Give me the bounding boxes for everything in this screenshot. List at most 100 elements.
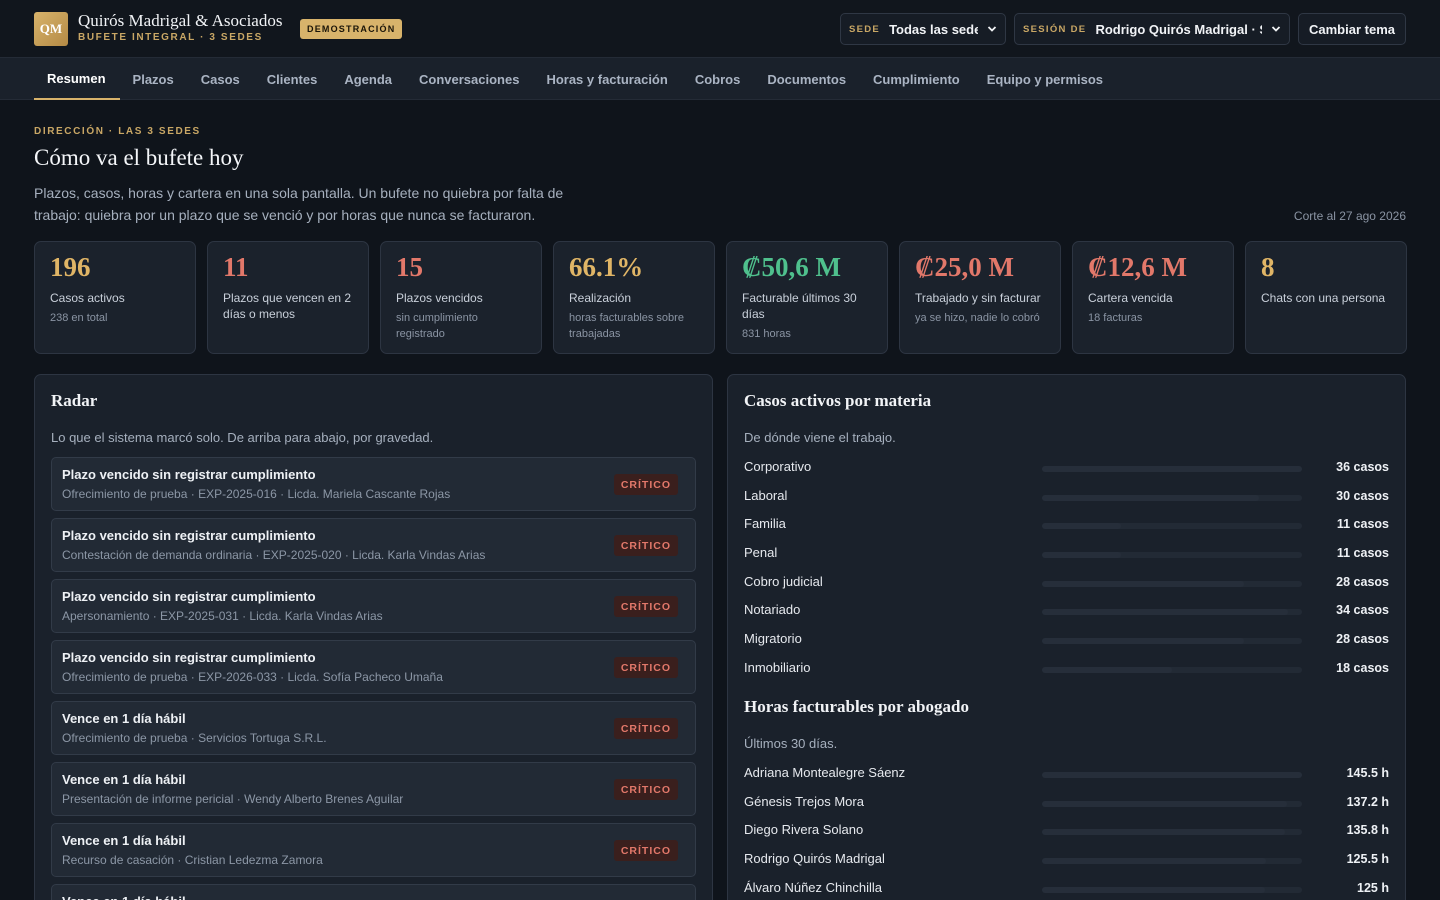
matter-row-name: Cobro judicial [744,573,823,589]
matter-row-name: Migratorio [744,631,802,647]
hours-description: Últimos 30 días. [744,736,838,751]
radar-item[interactable]: Plazo vencido sin registrar cumplimiento… [51,457,696,511]
section-eyebrow: DIRECCIÓN · LAS 3 SEDES [34,126,201,137]
kpi-value: 196 [50,252,91,282]
matter-row-track [1042,466,1302,472]
chevron-down-icon [987,26,997,32]
nav-tabs: Resumen Plazos Casos Clientes Agenda Conversa… [34,58,1117,100]
lawyer-hours-row-track [1042,886,1302,893]
sede-select[interactable]: SEDE Todas las sedes [840,13,1006,45]
top-bar: QM Quirós Madrigal & Asociados BUFETE IN… [0,0,1440,58]
lawyer-hours-row-value: 125 h [1357,880,1389,895]
tab-conversaciones[interactable]: Conversaciones [406,58,533,100]
theme-toggle-button[interactable]: Cambiar tema [1298,13,1406,45]
tab-documentos[interactable]: Documentos [754,58,860,100]
sede-value: Todas las sedes [889,21,978,37]
tab-plazos[interactable]: Plazos [120,58,188,100]
radar-item[interactable]: Vence en 1 día hábil [51,884,696,900]
tab-agenda[interactable]: Agenda [331,58,406,100]
matter-row-value: 36 casos [1336,460,1389,474]
lawyer-hours-row-track [1042,829,1302,836]
matter-row-track [1042,494,1302,501]
lawyer-hours-row-name: Álvaro Núñez Chinchilla [744,879,883,895]
radar-item-title: Plazo vencido sin registrar cumplimiento [62,650,316,665]
kpi-label: Chats con una persona [1261,291,1386,305]
radar-item-detail: Recurso de casación · Cristian Ledezma Z… [62,853,323,867]
lawyer-hours-row-fill [1042,772,1302,778]
lawyer-hours-row-fill [1042,886,1266,893]
radar-title: Radar [51,391,98,410]
main-nav: Resumen Plazos Casos Clientes Agenda Conversa… [0,58,1440,100]
tab-clientes[interactable]: Clientes [254,58,332,100]
matter-row-track [1042,552,1302,559]
severity-badge: CRÍTICO [613,840,678,861]
radar-item[interactable]: Plazo vencido sin registrar cumplimiento… [51,518,696,572]
matter-row-value: 28 casos [1336,574,1389,589]
lawyer-hours-row-track [1042,772,1302,778]
matter-row-fill [1042,580,1245,587]
radar-list: Plazo vencido sin registrar cumplimiento… [51,457,696,900]
matter-row-value: 18 casos [1336,660,1389,675]
hours-bars: Adriana Montealegre Sáenz 145.5 h Génesis … [744,761,1389,900]
radar-item[interactable]: Plazo vencido sin registrar cumplimiento… [51,579,696,633]
kpi-value: 15 [396,252,423,282]
lawyer-hours-row-track [1042,800,1302,807]
radar-item[interactable]: Vence en 1 día hábil Ofrecimiento de prue… [51,701,696,755]
lawyer-hours-row-value: 125.5 h [1346,852,1389,867]
page-title: Cómo va el bufete hoy [34,145,244,170]
tab-cobros[interactable]: Cobros [682,58,755,100]
radar-panel: Radar Lo que el sistema marcó solo. De a… [34,374,713,900]
lawyer-hours-row-fill [1042,829,1285,836]
matter-row: Migratorio 28 casos [744,627,1389,656]
session-select[interactable]: SESIÓN DE Rodrigo Quirós Madrigal · So [1014,13,1290,45]
tab-resumen[interactable]: Resumen [34,58,120,100]
matters-description: De dónde viene el trabajo. [744,430,896,445]
radar-item[interactable]: Vence en 1 día hábil Presentación de info… [51,762,696,816]
lawyer-hours-row: Álvaro Núñez Chinchilla 125 h [744,876,1389,900]
radar-item[interactable]: Vence en 1 día hábil Recurso de casación … [51,823,696,877]
firm-subtitle: BUFETE INTEGRAL · 3 SEDES [78,32,263,43]
kpi-value: ₡25,0 M [915,252,1014,282]
radar-item-title: Vence en 1 día hábil [62,833,186,848]
matter-row: Laboral 30 casos [744,484,1389,513]
matter-row-track [1042,580,1302,587]
matter-row-track [1042,666,1302,673]
kpi-label: Realización [569,291,632,305]
kpi-card: 8 Chats con una persona [1245,241,1407,354]
matter-row-track [1042,638,1302,645]
kpi-card: ₡25,0 M Trabajado y sin facturar ya se hiz… [899,241,1061,354]
lawyer-hours-row-name: Rodrigo Quirós Madrigal [744,851,885,867]
session-label: SESIÓN DE [1023,23,1087,35]
demo-badge: DEMOSTRACIÓN [300,19,403,39]
severity-badge: CRÍTICO [613,657,678,678]
tab-horas-y-facturación[interactable]: Horas y facturación [533,58,681,100]
matter-row-fill [1042,494,1259,501]
matter-row: Familia 11 casos [744,512,1389,541]
radar-item-title: Vence en 1 día hábil [62,894,186,900]
radar-item-detail: Ofrecimiento de prueba · EXP-2026-033 · … [62,670,443,684]
tab-casos[interactable]: Casos [188,58,254,100]
cutoff-date: Corte al 27 ago 2026 [1293,209,1406,223]
firm-logo: QM [34,12,68,46]
lawyer-hours-row-value: 145.5 h [1346,766,1389,780]
matter-row-fill [1042,523,1122,530]
matter-row-name: Corporativo [744,459,812,474]
kpi-card: 15 Plazos vencidos sin cumplimiento regist… [380,241,542,354]
lawyer-hours-row-track [1042,858,1302,865]
matter-row-value: 34 casos [1336,603,1389,618]
radar-item[interactable]: Plazo vencido sin registrar cumplimiento… [51,640,696,694]
radar-item-detail: Apersonamiento · EXP-2025-031 · Licda. K… [62,609,383,623]
matter-row: Corporativo 36 casos [744,455,1389,484]
lawyer-hours-row-name: Génesis Trejos Mora [744,793,864,809]
lawyer-hours-row-name: Diego Rivera Solano [744,822,864,838]
tab-equipo-y-permisos[interactable]: Equipo y permisos [974,58,1117,100]
severity-badge: CRÍTICO [613,718,678,739]
tab-cumplimiento[interactable]: Cumplimiento [860,58,974,100]
hours-title: Horas facturables por abogado [744,697,969,716]
severity-badge: CRÍTICO [613,474,678,495]
page-description: Plazos, casos, horas y cartera en una so… [34,185,564,223]
lawyer-hours-row: Rodrigo Quirós Madrigal 125.5 h [744,847,1389,876]
kpi-label: Cartera vencida [1088,291,1173,305]
matter-row-value: 11 casos [1336,546,1389,561]
lawyer-hours-row-name: Adriana Montealegre Sáenz [744,765,906,780]
